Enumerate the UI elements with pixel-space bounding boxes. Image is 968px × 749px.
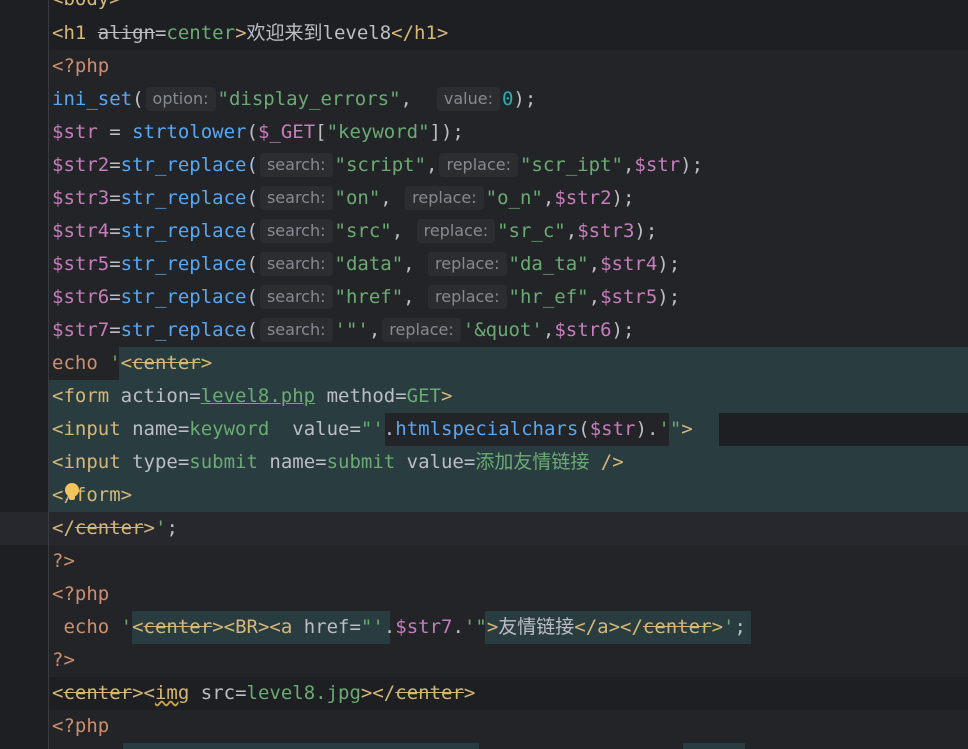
code-editor[interactable]: <body> <h1 align=center>欢迎来到level8</h1> … <box>49 0 968 749</box>
code-line: $str7=str_replace(search: '"', replace: '&q… <box>49 314 968 347</box>
code-line: $str6=str_replace(search: "href", replace… <box>49 281 968 314</box>
parameter-hint: replace: <box>405 186 484 210</box>
code-line: <form action=level8.php method=GET> <box>49 380 968 413</box>
parameter-hint: value: <box>436 87 500 111</box>
code-line: $str3=str_replace(search: "on", replace: "… <box>49 182 968 215</box>
code-line: ini_set(option: "display_errors", value: 0… <box>49 83 968 116</box>
parameter-hint: replace: <box>428 252 507 276</box>
code-line: $str4=str_replace(search: "src", replace:… <box>49 215 968 248</box>
parameter-hint: search: <box>259 219 333 243</box>
line-number-gutter <box>0 0 48 749</box>
current-line-gutter <box>0 512 48 545</box>
parameter-hint: search: <box>259 285 333 309</box>
code-line-current: </center>'; <box>49 512 968 545</box>
parameter-hint: search: <box>259 252 333 276</box>
embedded-html-fragment <box>123 743 479 749</box>
parameter-hint: replace: <box>416 219 496 243</box>
code-line: <?php <box>49 710 968 743</box>
code-line: ?> <box>49 545 968 578</box>
code-line: <input type=submit name=submit value=添加友… <box>49 446 968 479</box>
lightbulb-icon[interactable] <box>65 483 79 500</box>
embedded-html-fragment <box>683 743 745 749</box>
parameter-hint: replace: <box>382 318 461 342</box>
code-line: echo '<center> <box>49 347 968 380</box>
code-line: </form> <box>49 479 968 512</box>
parameter-hint: option: <box>145 87 216 111</box>
parameter-hint: replace: <box>439 153 518 177</box>
code-line: <h1 align=center>欢迎来到level8</h1> <box>52 22 449 44</box>
code-line: <?php <box>49 578 968 611</box>
parameter-hint: search: <box>259 186 333 210</box>
parameter-hint: replace: <box>428 285 507 309</box>
code-line: <body> <box>49 0 968 16</box>
parameter-hint: search: <box>259 318 333 342</box>
code-line: <input name=keyword value="'.htmlspecial… <box>49 413 968 446</box>
code-line: $str = strtolower($_GET["keyword"]); <box>49 116 968 149</box>
code-line: $str5=str_replace(search: "data", replace… <box>49 248 968 281</box>
parameter-hint: search: <box>259 153 333 177</box>
code-line: <?php <box>49 50 968 83</box>
code-line: ?> <box>49 644 968 677</box>
code-line: echo '<center><BR><a href="'.$str7.'">友情… <box>49 611 968 644</box>
code-line: $str2=str_replace(search: "script", replac… <box>49 149 968 182</box>
code-line: <center><img src=level8.jpg></center> <box>52 682 476 704</box>
